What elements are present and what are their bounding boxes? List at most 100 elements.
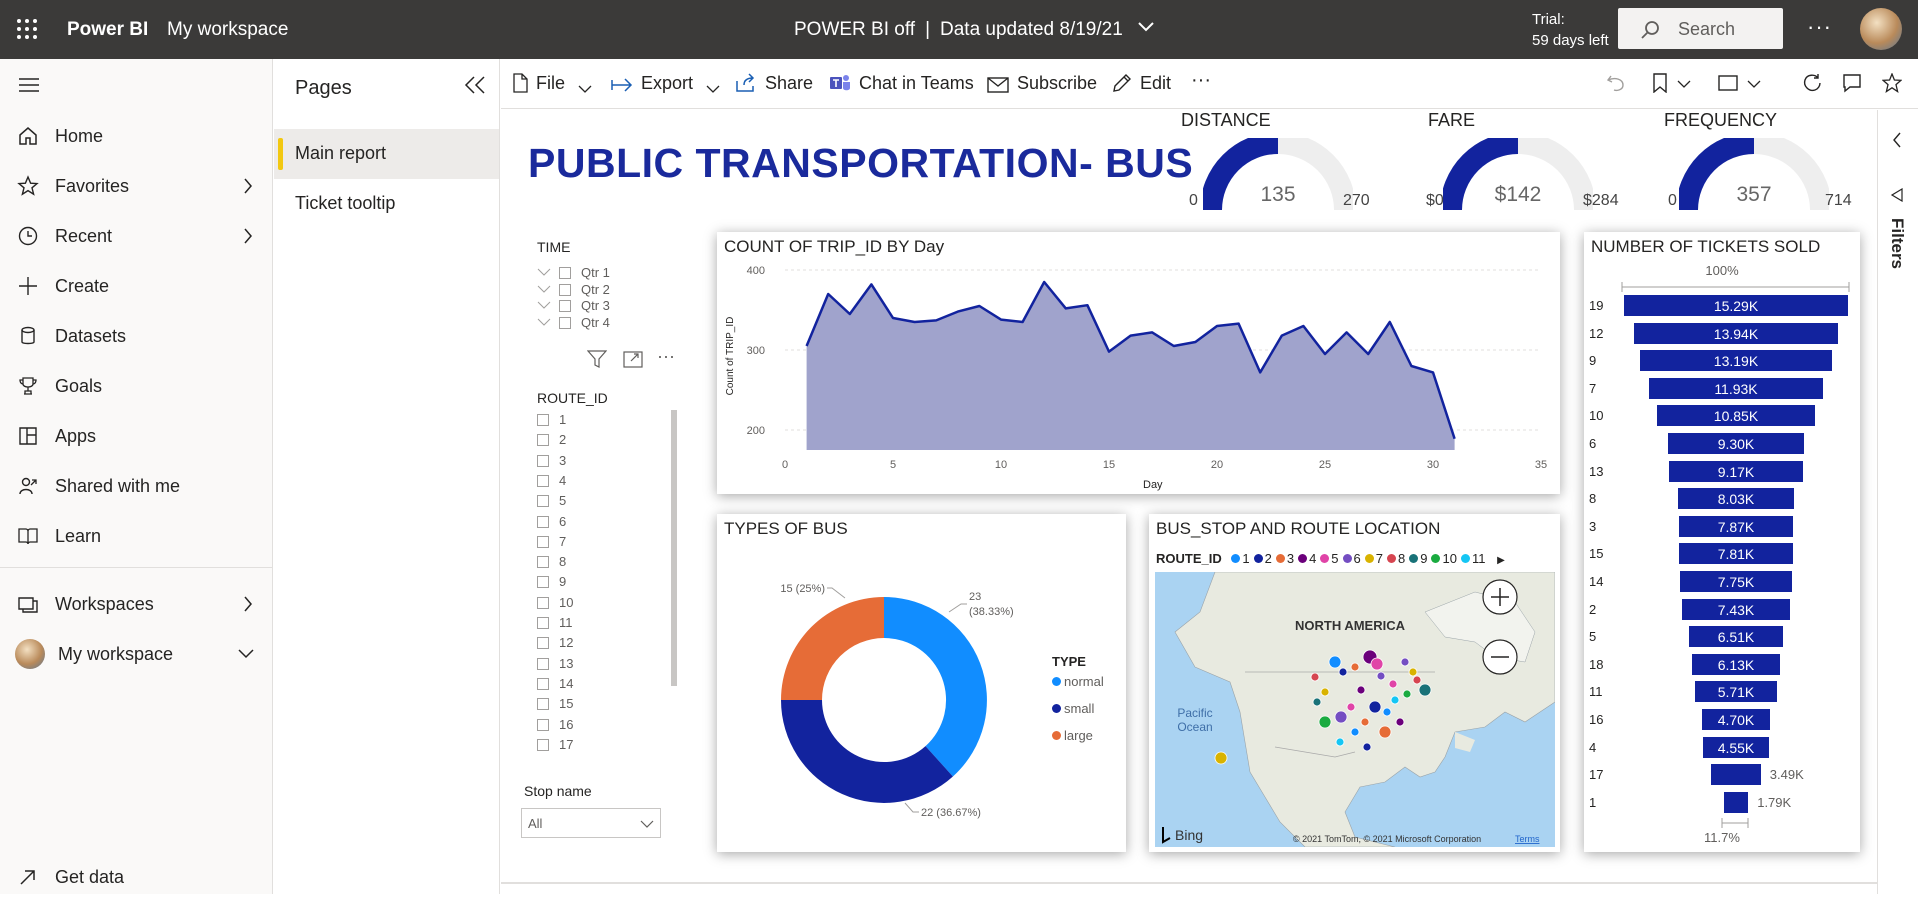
route-slicer-item[interactable]: 2 bbox=[537, 432, 566, 450]
data-point[interactable] bbox=[1345, 330, 1349, 334]
funnel-bar[interactable]: 10.85K bbox=[1655, 404, 1817, 428]
data-point[interactable] bbox=[1215, 324, 1219, 328]
subscribe-button[interactable]: Subscribe bbox=[987, 73, 1097, 94]
route-slicer-item[interactable]: 1 bbox=[537, 412, 566, 430]
data-point[interactable] bbox=[999, 318, 1003, 322]
data-point[interactable] bbox=[891, 316, 895, 320]
zoom-out-button[interactable] bbox=[1482, 639, 1518, 675]
route-slicer-item[interactable]: 10 bbox=[537, 595, 573, 613]
bus-stop-marker[interactable] bbox=[1390, 695, 1400, 705]
toolbar-more-icon[interactable]: ··· bbox=[1191, 69, 1211, 92]
route-slicer-item[interactable]: 14 bbox=[537, 676, 573, 694]
data-point[interactable] bbox=[1388, 320, 1392, 324]
checkbox[interactable] bbox=[537, 474, 549, 487]
checkbox[interactable] bbox=[537, 637, 549, 650]
gauge-fare[interactable]: FARE $0 $142 $284 bbox=[1426, 110, 1638, 220]
route-slicer-item[interactable]: 6 bbox=[537, 514, 566, 532]
chevron-down-icon[interactable] bbox=[1747, 80, 1761, 88]
bus-stop-marker[interactable] bbox=[1368, 700, 1382, 714]
data-point[interactable] bbox=[1301, 324, 1305, 328]
route-slicer-item[interactable]: 9 bbox=[537, 574, 566, 592]
map-legend-item[interactable]: 2 bbox=[1253, 551, 1272, 566]
nav-my-workspace[interactable]: My workspace bbox=[0, 634, 273, 674]
nav-apps[interactable]: Apps bbox=[0, 416, 273, 456]
expand-filters-icon[interactable] bbox=[1892, 132, 1902, 148]
expand-chevron-icon[interactable] bbox=[537, 268, 551, 276]
nav-create[interactable]: Create bbox=[0, 266, 273, 306]
chat-in-teams-button[interactable]: Chat in Teams bbox=[829, 73, 974, 94]
legend-next-icon[interactable]: ▶ bbox=[1497, 555, 1505, 566]
data-point[interactable] bbox=[848, 312, 852, 316]
funnel-visual[interactable]: NUMBER OF TICKETS SOLD 100% 19 15.29K 12 13… bbox=[1584, 232, 1860, 852]
time-slicer-item[interactable]: Qtr 1 bbox=[537, 265, 610, 283]
page-tab-ticket-tooltip[interactable]: Ticket tooltip bbox=[274, 179, 499, 229]
undo-icon[interactable] bbox=[1606, 73, 1626, 93]
bus-stop-marker[interactable] bbox=[1335, 737, 1345, 747]
funnel-bar[interactable]: 8.03K bbox=[1676, 487, 1796, 511]
bus-stop-marker[interactable] bbox=[1418, 683, 1432, 697]
donut-slice-large[interactable] bbox=[781, 597, 884, 700]
data-point[interactable] bbox=[1280, 334, 1284, 338]
checkbox[interactable] bbox=[559, 317, 571, 330]
page-tab-main-report[interactable]: Main report bbox=[274, 129, 499, 179]
share-button[interactable]: Share bbox=[735, 73, 813, 94]
nav-home[interactable]: Home bbox=[0, 116, 273, 156]
stop-name-dropdown[interactable]: All bbox=[521, 808, 661, 838]
hamburger-icon[interactable] bbox=[19, 77, 39, 93]
route-slicer-item[interactable]: 13 bbox=[537, 656, 573, 674]
checkbox[interactable] bbox=[537, 454, 549, 467]
checkbox[interactable] bbox=[537, 677, 549, 690]
route-slicer-item[interactable]: 16 bbox=[537, 717, 573, 735]
checkbox[interactable] bbox=[559, 283, 571, 296]
data-point[interactable] bbox=[1431, 370, 1435, 374]
bus-stop-marker[interactable] bbox=[1214, 751, 1228, 765]
funnel-bar[interactable]: 6.51K bbox=[1687, 625, 1785, 649]
map[interactable]: NORTH AMERICA Pacific Ocean Bing © 2021 T… bbox=[1155, 572, 1555, 847]
checkbox[interactable] bbox=[559, 267, 571, 279]
bus-stop-marker[interactable] bbox=[1338, 667, 1348, 677]
data-point[interactable] bbox=[1129, 334, 1133, 338]
data-point[interactable] bbox=[826, 292, 830, 296]
route-slicer-item[interactable]: 3 bbox=[537, 453, 566, 471]
route-slicer-item[interactable]: 15 bbox=[537, 696, 573, 714]
funnel-bar[interactable]: 7.75K bbox=[1678, 570, 1794, 593]
workspace-breadcrumb[interactable]: My workspace bbox=[167, 19, 288, 41]
funnel-bar[interactable]: 5.71K bbox=[1693, 680, 1779, 704]
bus-stop-marker[interactable] bbox=[1346, 702, 1356, 712]
checkbox[interactable] bbox=[537, 495, 549, 508]
bus-stop-marker[interactable] bbox=[1360, 717, 1370, 727]
expand-chevron-icon[interactable] bbox=[537, 318, 551, 326]
bus-stop-marker[interactable] bbox=[1382, 707, 1392, 717]
nav-goals[interactable]: Goals bbox=[0, 366, 273, 406]
data-point[interactable] bbox=[805, 344, 809, 348]
checkbox[interactable] bbox=[537, 698, 549, 711]
trial-info[interactable]: Trial: 59 days left bbox=[1532, 9, 1609, 51]
funnel-bar[interactable]: 15.29K bbox=[1623, 294, 1849, 317]
favorite-star-icon[interactable] bbox=[1882, 73, 1902, 93]
map-terms-link[interactable]: Terms bbox=[1515, 834, 1540, 844]
data-point[interactable] bbox=[934, 318, 938, 322]
file-menu[interactable]: File bbox=[512, 73, 600, 94]
bus-stop-marker[interactable] bbox=[1402, 689, 1412, 699]
funnel-bar[interactable] bbox=[1722, 790, 1750, 814]
bus-stop-marker[interactable] bbox=[1376, 671, 1386, 681]
checkbox[interactable] bbox=[537, 515, 549, 528]
map-legend-item[interactable]: 9 bbox=[1409, 551, 1427, 566]
data-point[interactable] bbox=[1366, 352, 1370, 356]
funnel-bar[interactable]: 9.30K bbox=[1667, 432, 1805, 455]
bus-stop-marker[interactable] bbox=[1370, 657, 1384, 671]
data-point[interactable] bbox=[1085, 303, 1089, 307]
nav-shared-with-me[interactable]: Shared with me bbox=[0, 466, 273, 506]
bus-stop-marker[interactable] bbox=[1350, 662, 1360, 672]
data-point[interactable] bbox=[977, 304, 981, 308]
nav-datasets[interactable]: Datasets bbox=[0, 316, 273, 356]
visual-more-icon[interactable]: ··· bbox=[657, 346, 675, 367]
donut-slice-small[interactable] bbox=[781, 700, 953, 803]
data-point[interactable] bbox=[1042, 280, 1046, 284]
legend-item-large[interactable]: large bbox=[1052, 728, 1093, 743]
bus-stop-marker[interactable] bbox=[1362, 742, 1372, 752]
export-menu[interactable]: Export bbox=[611, 73, 728, 94]
donut-chart-visual[interactable]: TYPES OF BUS 23 (38.33%) 22 (36.67%) 15 (25… bbox=[717, 514, 1126, 852]
bus-stop-marker[interactable] bbox=[1350, 727, 1360, 737]
bus-stop-marker[interactable] bbox=[1388, 679, 1398, 689]
